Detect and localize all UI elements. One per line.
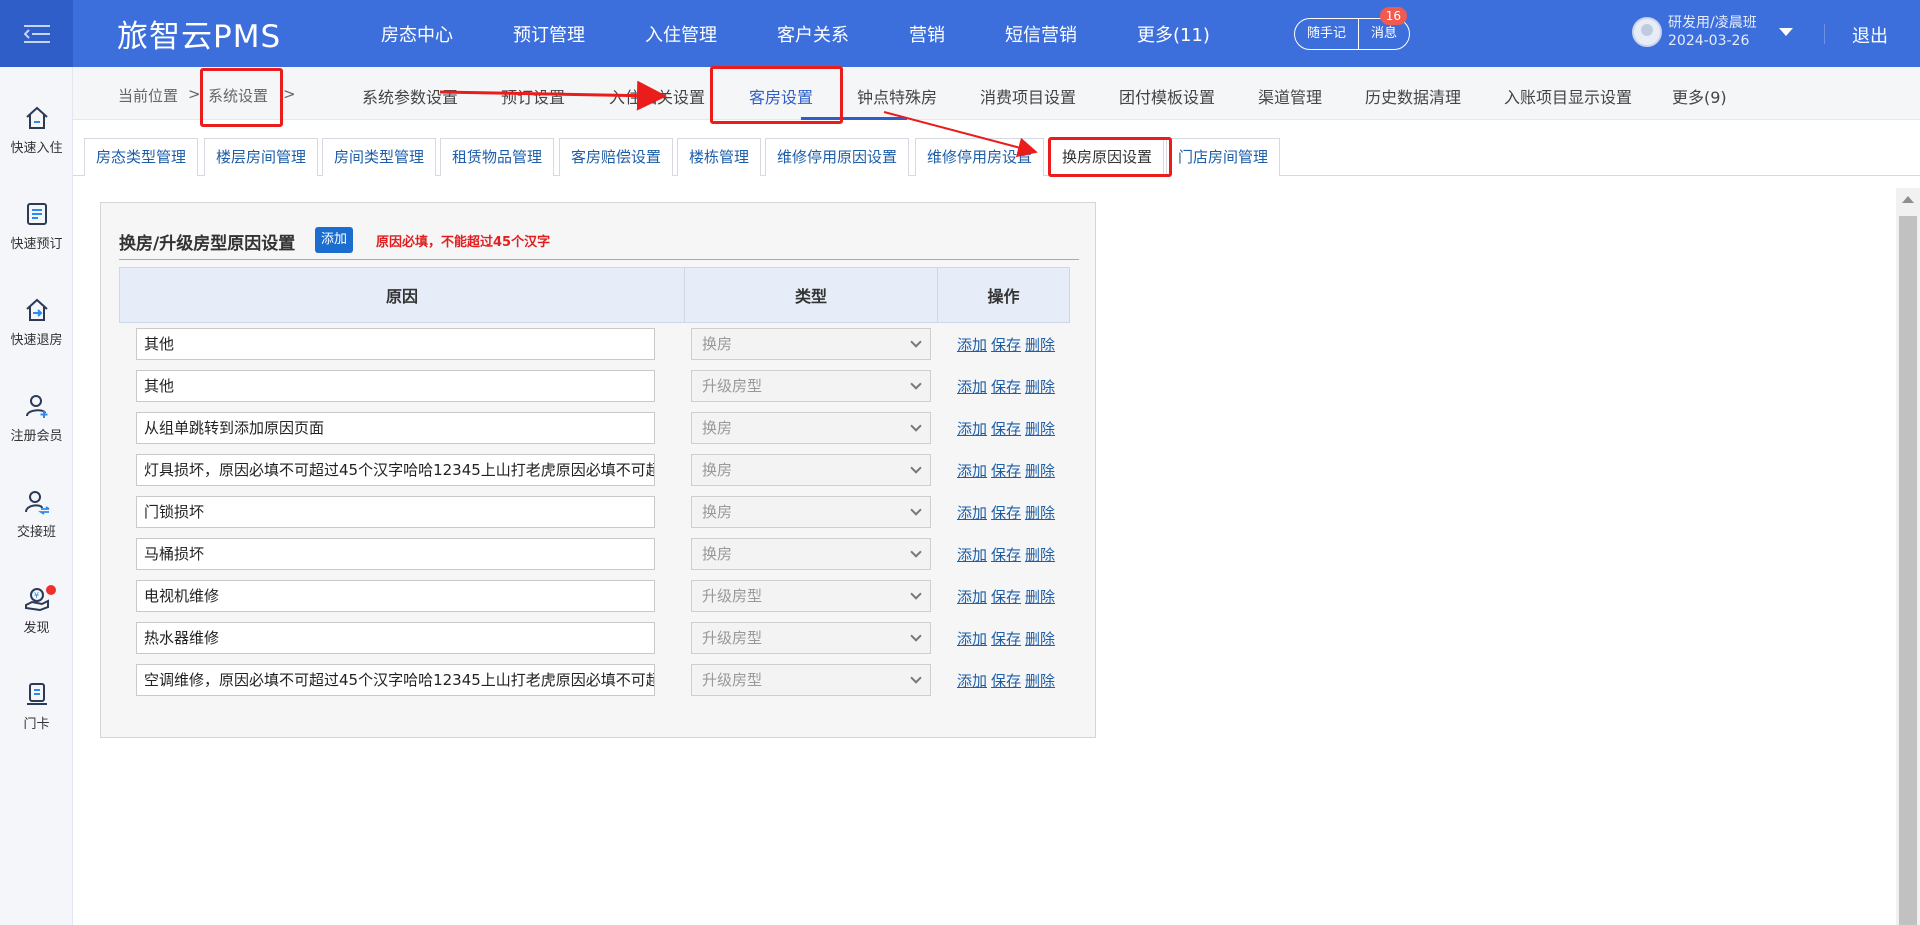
arrow-to-room-change-reasons <box>883 111 1038 158</box>
arrow-to-room-settings <box>439 80 667 111</box>
annotation-arrows <box>439 80 1038 158</box>
